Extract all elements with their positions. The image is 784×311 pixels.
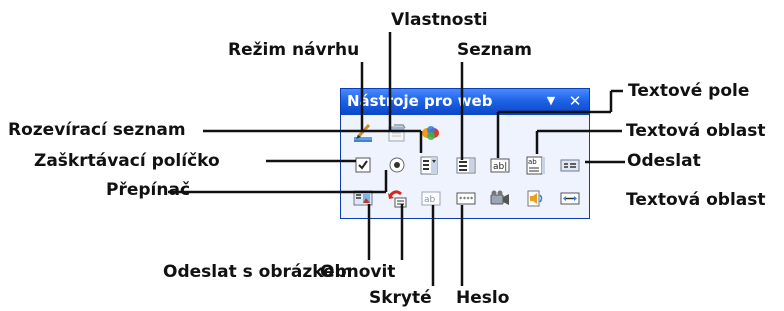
callout-hidden: Skryté: [369, 288, 432, 308]
callout-textbox: Textové pole: [628, 81, 750, 101]
svg-text:ab: ab: [424, 195, 436, 205]
toolbar-row-3: ab ****: [344, 183, 588, 211]
callout-option-button: Přepínač: [106, 180, 191, 200]
sound-icon[interactable]: [525, 187, 547, 209]
callout-text-area-1: Textová oblast: [626, 121, 766, 141]
toolbar-row-2: ab| ab: [344, 150, 588, 178]
close-icon[interactable]: ✕: [567, 92, 583, 110]
callout-checkbox: Zaškrtávací políčko: [34, 151, 220, 171]
toolbar-title: Nástroje pro web: [347, 92, 493, 110]
checkbox-icon[interactable]: [352, 154, 374, 176]
svg-text:****: ****: [459, 196, 474, 203]
hidden-icon[interactable]: ab: [420, 187, 442, 209]
callout-design-mode: Režim návrhu: [228, 40, 360, 60]
callout-submit: Odeslat: [627, 151, 701, 171]
callout-password: Heslo: [456, 288, 510, 308]
properties-icon[interactable]: [386, 122, 408, 144]
toolbar-options-dropdown-icon[interactable]: ▼: [543, 92, 559, 110]
option-button-icon[interactable]: [386, 154, 408, 176]
password-icon[interactable]: ****: [455, 187, 477, 209]
toolbar-row-1: [344, 118, 588, 146]
textbox-icon[interactable]: ab|: [489, 154, 511, 176]
callout-dropdown-box: Rozevírací seznam: [8, 120, 186, 140]
scrolling-text-icon[interactable]: [559, 187, 581, 209]
design-mode-icon[interactable]: [352, 122, 374, 144]
submit-icon[interactable]: [559, 154, 581, 176]
svg-text:ab: ab: [528, 158, 537, 166]
list-box-icon[interactable]: [455, 154, 477, 176]
svg-text:ab|: ab|: [493, 162, 507, 172]
movie-icon[interactable]: [489, 187, 511, 209]
toolbar-titlebar[interactable]: Nástroje pro web ▼ ✕: [341, 89, 589, 115]
callout-reset: Obnovit: [320, 262, 396, 282]
text-area-icon[interactable]: ab: [525, 154, 547, 176]
dropdown-box-icon[interactable]: [418, 154, 440, 176]
reset-icon[interactable]: [386, 187, 408, 209]
callout-properties: Vlastnosti: [391, 10, 488, 30]
callout-list-box: Seznam: [457, 40, 532, 60]
callout-text-area-2: Textová oblast: [626, 190, 766, 210]
web-tools-toolbar: Nástroje pro web ▼ ✕ ab| ab ab ****: [340, 88, 590, 219]
script-editor-icon[interactable]: [420, 122, 442, 144]
submit-with-image-icon[interactable]: [352, 187, 374, 209]
